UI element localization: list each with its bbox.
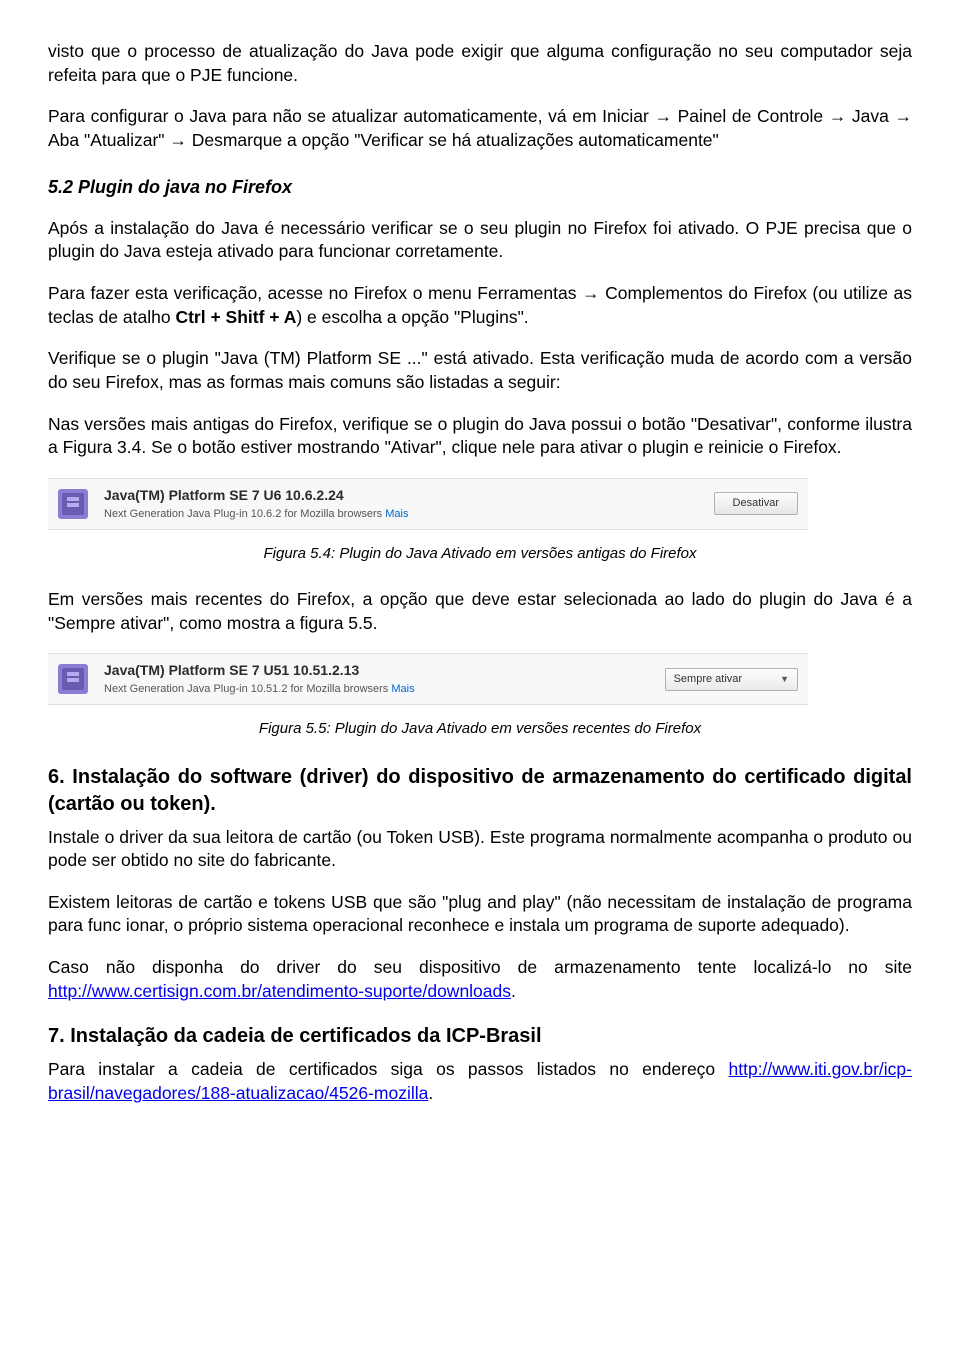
certisign-link[interactable]: http://www.certisign.com.br/atendimento-… [48, 981, 511, 1001]
shortcut-bold: Ctrl + Shitf + A [175, 307, 296, 327]
paragraph: Existem leitoras de cartão e tokens USB … [48, 891, 912, 938]
plugin-sub-text: Next Generation Java Plug-in 10.51.2 for… [104, 683, 391, 695]
text: Para instalar a cadeia de certificados s… [48, 1059, 729, 1079]
paragraph: Para instalar a cadeia de certificados s… [48, 1058, 912, 1105]
paragraph: Em versões mais recentes do Firefox, a o… [48, 588, 912, 635]
chevron-down-icon: ▼ [780, 673, 789, 685]
paragraph: Nas versões mais antigas do Firefox, ver… [48, 413, 912, 460]
heading-7: 7. Instalação da cadeia de certificados … [48, 1023, 912, 1050]
plugin-info: Java(TM) Platform SE 7 U51 10.51.2.13 Ne… [104, 661, 653, 697]
plugin-subtitle: Next Generation Java Plug-in 10.51.2 for… [104, 682, 653, 697]
figure-caption-54: Figura 5.4: Plugin do Java Ativado em ve… [48, 544, 912, 564]
plugin-more-link[interactable]: Mais [385, 508, 408, 520]
plugin-icon [54, 660, 92, 698]
plugin-subtitle: Next Generation Java Plug-in 10.6.2 for … [104, 507, 702, 522]
paragraph: Para fazer esta verificação, acesse no F… [48, 282, 912, 329]
plugin-icon [54, 485, 92, 523]
disable-button[interactable]: Desativar [714, 492, 798, 515]
figure-caption-55: Figura 5.5: Plugin do Java Ativado em ve… [48, 719, 912, 739]
heading-52: 5.2 Plugin do java no Firefox [48, 175, 912, 199]
select-value: Sempre ativar [674, 672, 742, 687]
plugin-title: Java(TM) Platform SE 7 U51 10.51.2.13 [104, 661, 653, 680]
paragraph: Após a instalação do Java é necessário v… [48, 217, 912, 264]
plugin-card-new: Java(TM) Platform SE 7 U51 10.51.2.13 Ne… [48, 653, 808, 705]
text: . [428, 1083, 433, 1103]
plugin-more-link[interactable]: Mais [391, 683, 414, 695]
paragraph: Para configurar o Java para não se atual… [48, 105, 912, 152]
plugin-sub-text: Next Generation Java Plug-in 10.6.2 for … [104, 508, 385, 520]
text: Caso não disponha do driver do seu dispo… [48, 957, 912, 977]
paragraph: Verifique se o plugin "Java (TM) Platfor… [48, 347, 912, 394]
paragraph: Caso não disponha do driver do seu dispo… [48, 956, 912, 1003]
paragraph: visto que o processo de atualização do J… [48, 40, 912, 87]
text: ) e escolha a opção "Plugins". [296, 307, 528, 327]
paragraph: Instale o driver da sua leitora de cartã… [48, 826, 912, 873]
plugin-card-old: Java(TM) Platform SE 7 U6 10.6.2.24 Next… [48, 478, 808, 530]
plugin-title: Java(TM) Platform SE 7 U6 10.6.2.24 [104, 486, 702, 505]
text: . [511, 981, 516, 1001]
heading-6: 6. Instalação do software (driver) do di… [48, 764, 912, 818]
plugin-info: Java(TM) Platform SE 7 U6 10.6.2.24 Next… [104, 486, 702, 522]
activation-select[interactable]: Sempre ativar ▼ [665, 668, 798, 691]
